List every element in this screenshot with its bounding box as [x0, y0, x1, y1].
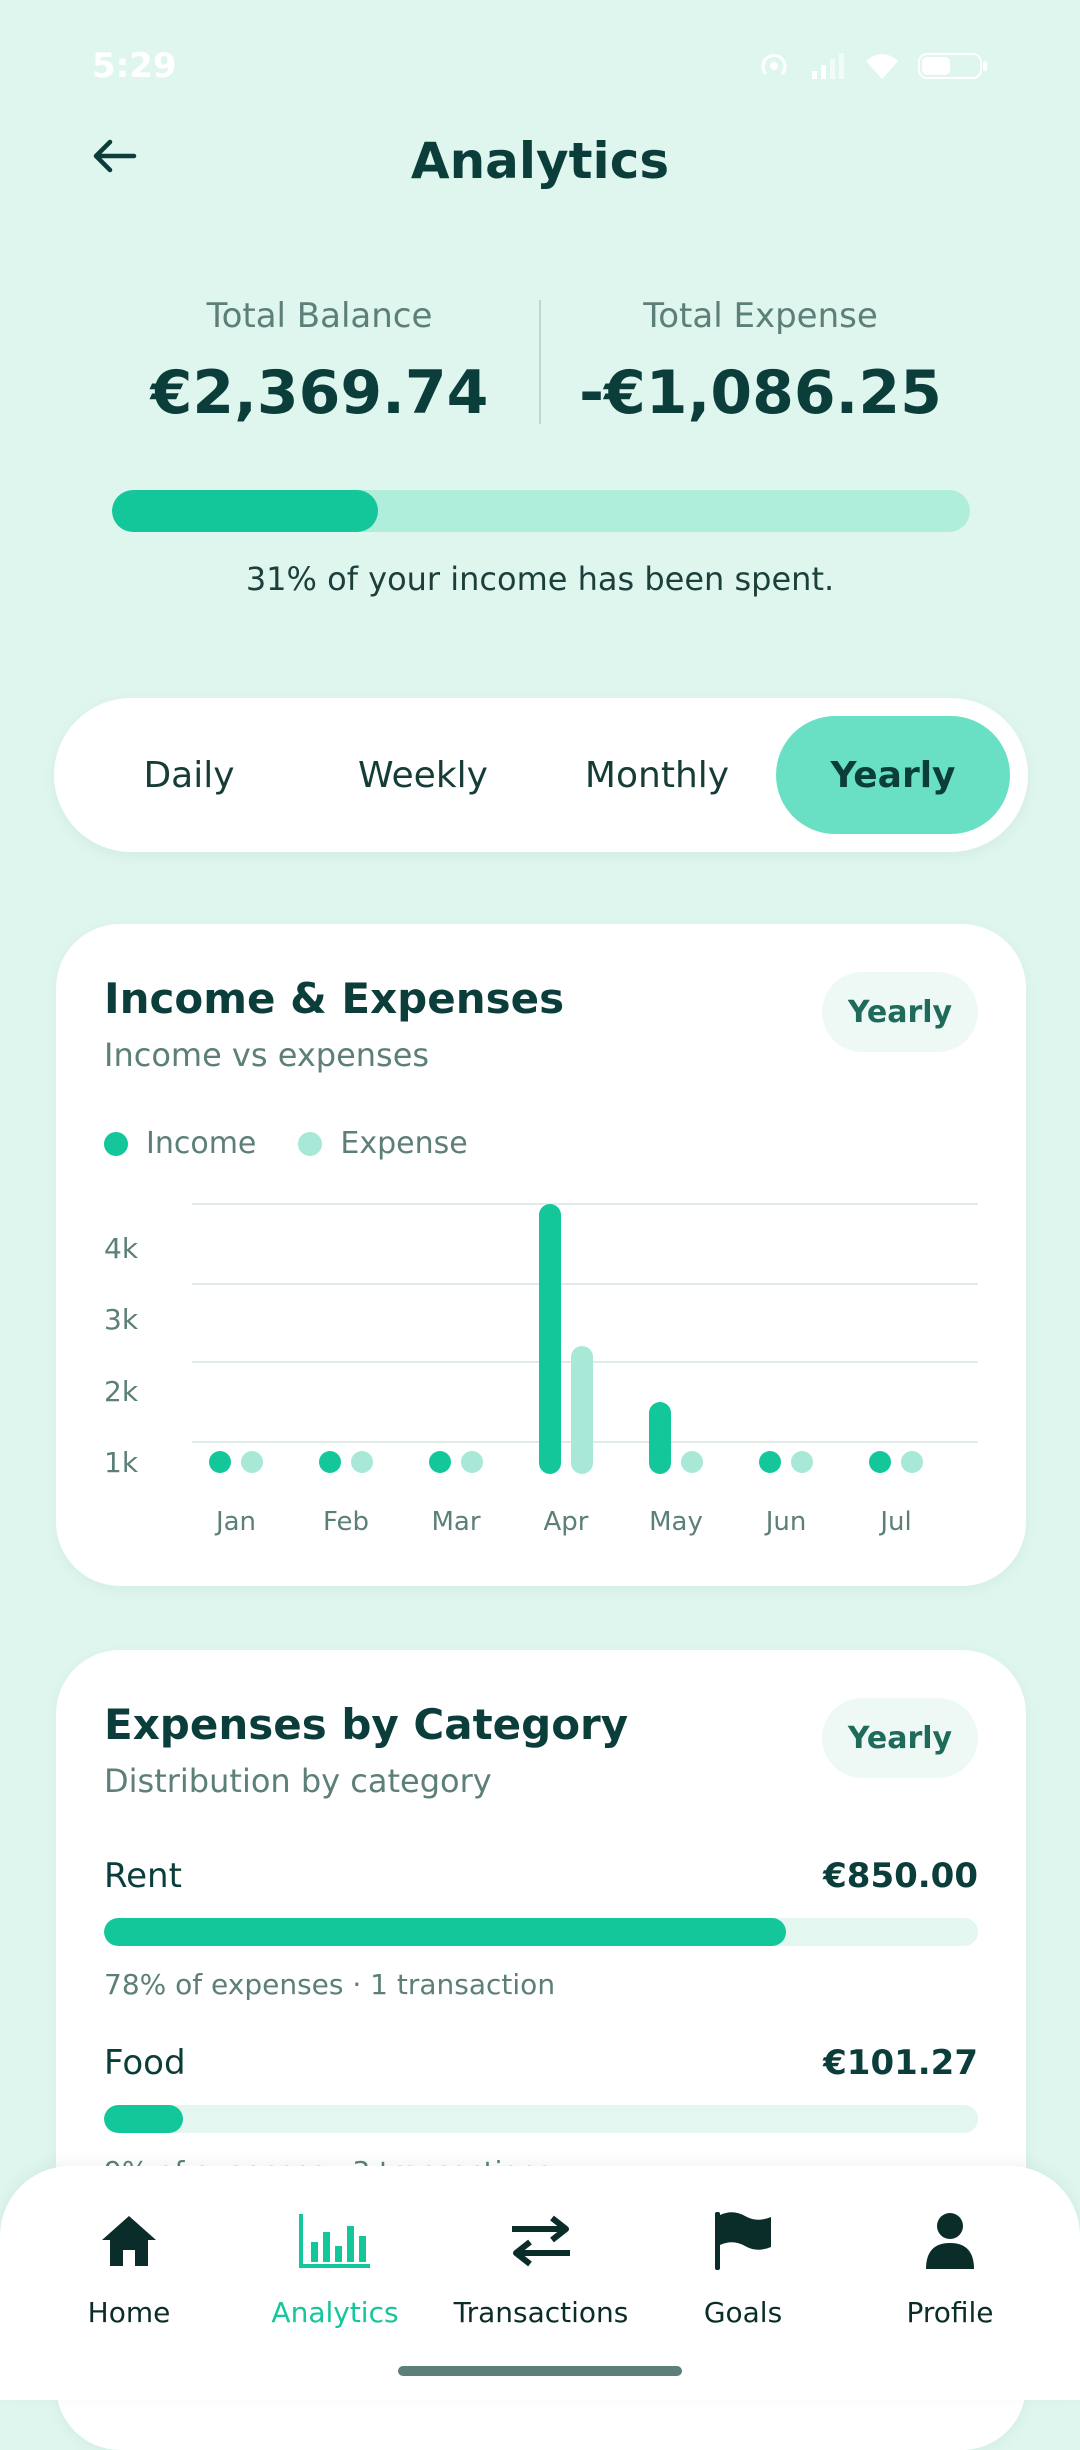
- totals-summary: Total Balance €2,369.74 Total Expense -€…: [100, 296, 980, 436]
- category-amount: €101.27: [823, 2043, 978, 2083]
- category-card-subtitle: Distribution by category: [104, 1762, 492, 1800]
- chart-x-tick-label: Jan: [214, 1507, 256, 1537]
- income-point: [429, 1451, 451, 1473]
- total-expense: Total Expense -€1,086.25: [541, 296, 980, 436]
- income-expenses-chart: 1k 2k 3k 4k Jan Feb Mar Apr May Jun Jul: [104, 1203, 978, 1537]
- home-indicator: [398, 2366, 682, 2376]
- period-monthly-tab[interactable]: Monthly: [540, 716, 774, 834]
- income-expenses-card: Income & Expenses Income vs expenses Yea…: [56, 924, 1026, 1586]
- status-time: 5:29: [92, 46, 177, 86]
- flag-icon: [715, 2212, 771, 2270]
- chart-y-tick-label: 3k: [104, 1303, 139, 1336]
- nav-goals-label: Goals: [703, 2296, 783, 2329]
- chart-x-tick-label: Feb: [323, 1507, 369, 1537]
- category-amount: €850.00: [823, 1856, 978, 1896]
- income-bar: [539, 1204, 561, 1474]
- total-expense-value: -€1,086.25: [579, 358, 942, 428]
- income-point: [869, 1451, 891, 1473]
- chart-y-tick-label: 4k: [104, 1232, 139, 1265]
- signal-icon: [812, 53, 844, 79]
- category-bar: [104, 2105, 978, 2133]
- user-icon: [926, 2213, 974, 2269]
- income-bar: [649, 1402, 671, 1474]
- category-row-rent[interactable]: Rent €850.00 78% of expenses · 1 transac…: [104, 1856, 978, 2001]
- expense-point: [681, 1451, 703, 1473]
- nav-home-label: Home: [87, 2296, 171, 2329]
- nav-analytics-label: Analytics: [271, 2296, 399, 2329]
- status-bar: 5:29: [92, 44, 988, 88]
- category-card-title: Expenses by Category: [104, 1700, 629, 1749]
- period-daily-tab[interactable]: Daily: [72, 716, 306, 834]
- income-point: [209, 1451, 231, 1473]
- expense-point: [241, 1451, 263, 1473]
- expense-point: [791, 1451, 813, 1473]
- chart-x-tick-label: Jun: [764, 1507, 807, 1537]
- expense-point: [461, 1451, 483, 1473]
- hotspot-icon: [761, 54, 787, 76]
- total-balance: Total Balance €2,369.74: [100, 296, 539, 436]
- nav-home[interactable]: Home: [29, 2206, 229, 2329]
- nav-analytics[interactable]: Analytics: [235, 2206, 435, 2329]
- category-bar-fill: [104, 1918, 786, 1946]
- spending-progress-bar: [112, 490, 970, 532]
- period-selector: Daily Weekly Monthly Yearly: [54, 698, 1028, 852]
- category-bar-fill: [104, 2105, 183, 2133]
- income-point: [759, 1451, 781, 1473]
- chart-y-tick-label: 1k: [104, 1446, 139, 1479]
- nav-profile-label: Profile: [906, 2296, 994, 2329]
- chart-x-tick-label: Apr: [544, 1507, 589, 1537]
- battery-icon: [918, 53, 987, 79]
- nav-transactions-label: Transactions: [453, 2296, 629, 2329]
- home-icon: [102, 2216, 156, 2266]
- nav-goals[interactable]: Goals: [643, 2206, 843, 2329]
- period-yearly-tab[interactable]: Yearly: [776, 716, 1010, 834]
- total-balance-label: Total Balance: [206, 296, 433, 336]
- total-expense-label: Total Expense: [643, 296, 878, 336]
- category-bar: [104, 1918, 978, 1946]
- spending-progress-text: 31% of your income has been spent.: [245, 560, 835, 598]
- chart-x-tick-label: Jul: [878, 1507, 911, 1537]
- expense-bar: [571, 1346, 593, 1474]
- category-meta: 78% of expenses · 1 transaction: [104, 1968, 556, 2001]
- chart-y-tick-label: 2k: [104, 1375, 139, 1408]
- swap-icon: [512, 2215, 570, 2267]
- bottom-navigation: Home Analytics Transactions Goals Profil…: [0, 2166, 1080, 2400]
- status-icons: [756, 51, 988, 81]
- chart-x-tick-label: May: [649, 1507, 703, 1537]
- bar-chart-icon: [299, 2214, 370, 2268]
- spending-progress-fill: [112, 490, 378, 532]
- chart-x-tick-label: Mar: [431, 1507, 480, 1537]
- nav-profile[interactable]: Profile: [850, 2206, 1050, 2329]
- nav-transactions[interactable]: Transactions: [441, 2206, 641, 2329]
- expense-point: [901, 1451, 923, 1473]
- category-period-badge[interactable]: Yearly: [822, 1698, 978, 1778]
- wifi-icon: [866, 54, 898, 79]
- income-point: [319, 1451, 341, 1473]
- page-title: Analytics: [410, 132, 670, 190]
- total-balance-value: €2,369.74: [150, 358, 489, 428]
- period-weekly-tab[interactable]: Weekly: [306, 716, 540, 834]
- expense-point: [351, 1451, 373, 1473]
